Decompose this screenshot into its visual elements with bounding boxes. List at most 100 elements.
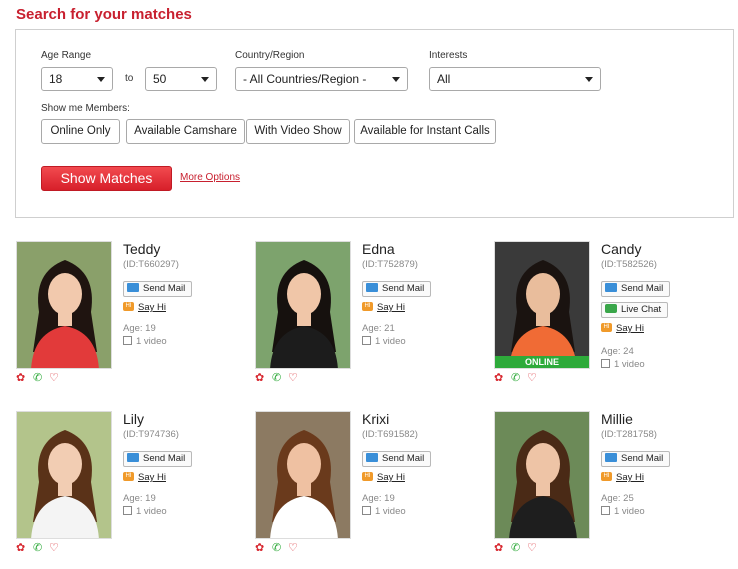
say-hi-link[interactable]: HI Say Hi <box>123 471 166 483</box>
heart-icon[interactable]: ♡ <box>288 372 298 384</box>
member-name[interactable]: Millie <box>601 411 633 427</box>
hi-icon: HI <box>362 301 373 311</box>
member-card[interactable]: Lily (ID:T974736) Send Mail HI Say Hi Age: 19… <box>16 411 246 561</box>
say-hi-link[interactable]: HI Say Hi <box>362 471 405 483</box>
say-hi-link[interactable]: HI Say Hi <box>601 322 644 334</box>
member-name[interactable]: Lily <box>123 411 144 427</box>
member-photo[interactable] <box>255 411 351 539</box>
interests-select[interactable]: All <box>429 67 601 91</box>
phone-icon[interactable]: ✆ <box>511 542 520 554</box>
country-select[interactable]: - All Countries/Region - <box>235 67 408 91</box>
send-mail-button[interactable]: Send Mail <box>601 281 671 297</box>
member-id: (ID:T752879) <box>362 259 418 270</box>
send-mail-button[interactable]: Send Mail <box>123 451 193 467</box>
show-matches-button[interactable]: Show Matches <box>41 166 172 191</box>
video-icon <box>123 505 132 515</box>
say-hi-link[interactable]: HI Say Hi <box>362 301 405 313</box>
member-id: (ID:T691582) <box>362 429 418 440</box>
say-hi-label: Say Hi <box>138 302 166 313</box>
say-hi-link[interactable]: HI Say Hi <box>601 471 644 483</box>
say-hi-label: Say Hi <box>616 472 644 483</box>
say-hi-link[interactable]: HI Say Hi <box>123 301 166 313</box>
member-name[interactable]: Krixi <box>362 411 389 427</box>
member-card[interactable]: Teddy (ID:T660297) Send Mail HI Say Hi Age: 1… <box>16 241 246 391</box>
live-chat-button[interactable]: Live Chat <box>601 302 669 318</box>
member-video-count[interactable]: 1 video <box>601 358 645 370</box>
send-mail-label: Send Mail <box>143 283 186 294</box>
member-photo[interactable]: ONLINE <box>494 241 590 369</box>
heart-icon[interactable]: ♡ <box>49 542 59 554</box>
member-id: (ID:T974736) <box>123 429 179 440</box>
interests-label: Interests <box>429 50 468 61</box>
search-panel: Age Range 18 to 50 Country/Region - All … <box>15 29 734 218</box>
send-mail-button[interactable]: Send Mail <box>123 281 193 297</box>
member-video-count[interactable]: 1 video <box>601 505 645 517</box>
rose-icon[interactable]: ✿ <box>255 542 264 554</box>
mail-icon <box>366 452 378 462</box>
send-mail-label: Send Mail <box>382 453 425 464</box>
send-mail-button[interactable]: Send Mail <box>362 281 432 297</box>
member-photo[interactable] <box>16 411 112 539</box>
heart-icon[interactable]: ♡ <box>527 372 537 384</box>
member-id: (ID:T582526) <box>601 259 657 270</box>
rose-icon[interactable]: ✿ <box>16 542 25 554</box>
phone-icon[interactable]: ✆ <box>33 372 42 384</box>
member-photo[interactable] <box>16 241 112 369</box>
member-video-count[interactable]: 1 video <box>123 335 167 347</box>
member-name[interactable]: Edna <box>362 241 395 257</box>
member-age: Age: 21 <box>362 323 395 334</box>
member-video-count[interactable]: 1 video <box>123 505 167 517</box>
rose-icon[interactable]: ✿ <box>494 372 503 384</box>
member-photo[interactable] <box>494 411 590 539</box>
more-options-link[interactable]: More Options <box>180 172 240 183</box>
member-name[interactable]: Candy <box>601 241 641 257</box>
filter-instant-calls[interactable]: Available for Instant Calls <box>354 119 496 144</box>
filter-online-only[interactable]: Online Only <box>41 119 120 144</box>
member-card[interactable]: Millie (ID:T281758) Send Mail HI Say Hi Age: … <box>494 411 724 561</box>
send-mail-button[interactable]: Send Mail <box>601 451 671 467</box>
age-to-select[interactable]: 50 <box>145 67 217 91</box>
member-age: Age: 24 <box>601 346 634 357</box>
member-video-count[interactable]: 1 video <box>362 505 406 517</box>
member-action-icons: ✿ ✆ ♡ <box>16 542 76 554</box>
member-card[interactable]: ONLINE Candy (ID:T582526) Send Mail Live Cha… <box>494 241 724 391</box>
member-photo[interactable] <box>255 241 351 369</box>
video-count-label: 1 video <box>614 359 645 370</box>
say-hi-label: Say Hi <box>616 323 644 334</box>
say-hi-label: Say Hi <box>138 472 166 483</box>
heart-icon[interactable]: ♡ <box>49 372 59 384</box>
rose-icon[interactable]: ✿ <box>255 372 264 384</box>
online-badge: ONLINE <box>495 356 589 368</box>
member-card[interactable]: Krixi (ID:T691582) Send Mail HI Say Hi Age: 1… <box>255 411 485 561</box>
member-id: (ID:T660297) <box>123 259 179 270</box>
rose-icon[interactable]: ✿ <box>16 372 25 384</box>
member-age: Age: 25 <box>601 493 634 504</box>
send-mail-label: Send Mail <box>621 453 664 464</box>
hi-icon: HI <box>362 471 373 481</box>
filter-video-show[interactable]: With Video Show <box>246 119 350 144</box>
show-me-label: Show me Members: <box>41 103 130 114</box>
member-age: Age: 19 <box>123 323 156 334</box>
phone-icon[interactable]: ✆ <box>272 372 281 384</box>
send-mail-button[interactable]: Send Mail <box>362 451 432 467</box>
rose-icon[interactable]: ✿ <box>494 542 503 554</box>
video-count-label: 1 video <box>614 506 645 517</box>
say-hi-label: Say Hi <box>377 472 405 483</box>
phone-icon[interactable]: ✆ <box>33 542 42 554</box>
to-label: to <box>125 73 134 84</box>
send-mail-label: Send Mail <box>143 453 186 464</box>
member-name[interactable]: Teddy <box>123 241 160 257</box>
hi-icon: HI <box>601 322 612 332</box>
member-card[interactable]: Edna (ID:T752879) Send Mail HI Say Hi Age: 21… <box>255 241 485 391</box>
video-count-label: 1 video <box>375 336 406 347</box>
age-range-label: Age Range <box>41 50 92 61</box>
heart-icon[interactable]: ♡ <box>527 542 537 554</box>
phone-icon[interactable]: ✆ <box>272 542 281 554</box>
age-from-select[interactable]: 18 <box>41 67 113 91</box>
mail-icon <box>605 452 617 462</box>
member-video-count[interactable]: 1 video <box>362 335 406 347</box>
chevron-down-icon <box>201 77 209 82</box>
filter-camshare[interactable]: Available Camshare <box>126 119 245 144</box>
heart-icon[interactable]: ♡ <box>288 542 298 554</box>
phone-icon[interactable]: ✆ <box>511 372 520 384</box>
